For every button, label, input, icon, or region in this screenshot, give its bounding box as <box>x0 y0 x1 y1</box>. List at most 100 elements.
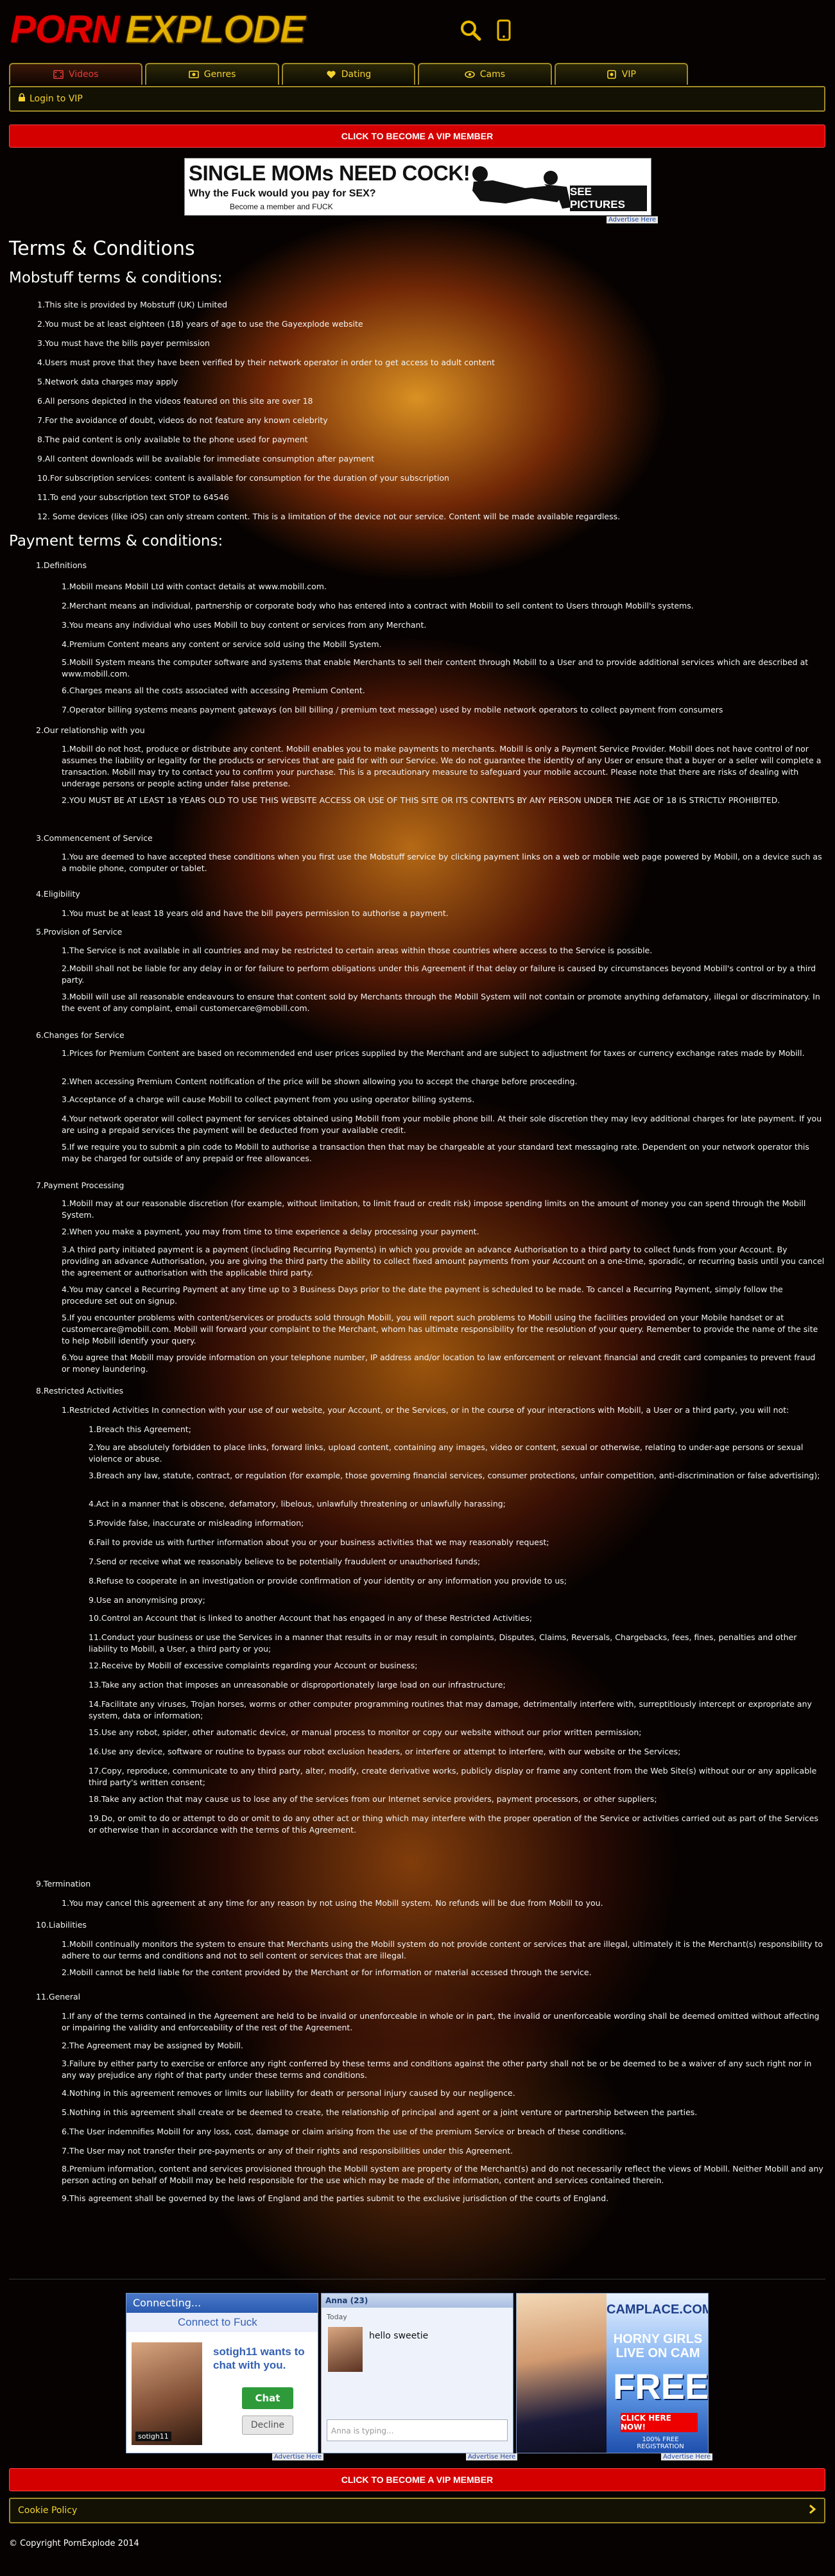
term-item: 5.If you encounter problems with content… <box>62 1313 818 1345</box>
ad-brand: CAMPLACE.COM <box>607 2303 709 2317</box>
ad-camplace[interactable]: CAMPLACE.COM HORNY GIRLS LIVE ON CAM FRE… <box>516 2293 709 2453</box>
term-item: 5.Nothing in this agreement shall create… <box>62 2107 698 2117</box>
ad-connect-chat[interactable]: Connecting... Connect to Fuck sotigh11 s… <box>126 2293 318 2453</box>
cookie-policy-label: Cookie Policy <box>18 2505 78 2516</box>
tab-label: Videos <box>68 69 99 80</box>
term-item: 2.Our relationship with you <box>36 725 145 735</box>
term-item: 1.This site is provided by Mobstuff (UK)… <box>37 300 228 309</box>
term-item: 15.Use any robot, spider, other automati… <box>89 1727 642 1737</box>
term-item: 9.Use an anonymising proxy; <box>89 1595 205 1605</box>
term-item: 3.Acceptance of a charge will cause Mobi… <box>62 1094 475 1104</box>
ad-message: sotigh11 wants to chat with you. <box>213 2346 305 2371</box>
term-item: 7.The User may not transfer their pre-pa… <box>62 2146 513 2156</box>
phone-icon[interactable] <box>490 17 517 44</box>
term-item: 5.Mobill System means the computer softw… <box>62 657 809 679</box>
term-item: 6.You agree that Mobill may provide info… <box>62 1353 816 1374</box>
ad-chat-window[interactable]: Anna (23) Today hello sweetie Anna is ty… <box>321 2293 513 2453</box>
term-item: 4.Act in a manner that is obscene, defam… <box>89 1499 506 1508</box>
term-item: 2.You are absolutely forbidden to place … <box>89 1442 804 1464</box>
term-item: 9.Termination <box>36 1879 91 1889</box>
term-item: 4.Users must prove that they have been v… <box>37 358 495 367</box>
term-item: 3.Failure by either party to exercise or… <box>62 2059 812 2080</box>
ad-window-title: Connecting... <box>126 2294 318 2313</box>
lock-icon <box>18 93 26 105</box>
term-item: 8.Refuse to cooperate in an investigatio… <box>89 1576 567 1586</box>
video-icon <box>53 69 64 80</box>
tab-label: Genres <box>203 69 236 80</box>
term-item: 18.Take any action that may cause us to … <box>89 1794 657 1804</box>
term-item: 1.Mobill do not host, produce or distrib… <box>62 744 822 788</box>
term-item: 5.If we require you to submit a pin code… <box>62 1142 809 1163</box>
profile-username: sotigh11 <box>135 2432 171 2441</box>
term-item: 6.All persons depicted in the videos fea… <box>37 396 313 406</box>
term-item: 11.General <box>36 1992 81 2001</box>
silhouette-graphic <box>472 166 571 209</box>
term-item: 16.Use any device, software or routine t… <box>89 1747 681 1756</box>
term-item: 4.You may cancel a Recurring Payment at … <box>62 1284 783 1306</box>
advertise-here-link[interactable]: Advertise Here <box>466 2453 518 2460</box>
eye-icon <box>464 69 475 80</box>
term-item: 1.You must be at least 18 years old and … <box>62 908 449 918</box>
payment-section-title: Payment terms & conditions: <box>9 533 223 549</box>
term-item: 8.The paid content is only available to … <box>37 435 308 444</box>
advertise-here-link[interactable]: Advertise Here <box>661 2453 713 2460</box>
chat-message: hello sweetie <box>369 2331 429 2341</box>
tab-label: Cams <box>479 69 506 80</box>
term-item: 17.Copy, reproduce, communicate to any t… <box>89 1766 817 1787</box>
term-item: 2.Merchant means an individual, partners… <box>62 601 694 610</box>
term-item: 5.Provision of Service <box>36 927 123 937</box>
tab-genres[interactable]: Genres <box>145 63 279 85</box>
term-item: 1.Restricted Activities In connection wi… <box>62 1405 789 1415</box>
term-item: 3.Commencement of Service <box>36 833 153 843</box>
term-item: 1.Breach this Agreement; <box>89 1424 191 1434</box>
term-item: 1.Mobill continually monitors the system… <box>62 1939 823 1960</box>
chat-date-label: Today <box>327 2313 347 2321</box>
term-item: 9.All content downloads will be availabl… <box>37 454 375 463</box>
chevron-right-icon <box>809 2504 816 2517</box>
banner-headline: SINGLE MOMs NEED COCK! <box>189 161 470 185</box>
chat-avatar <box>328 2327 363 2372</box>
term-item: 1.Definitions <box>36 560 87 570</box>
login-label: Login to VIP <box>30 94 83 104</box>
term-item: 19.Do, or omit to do or attempt to do or… <box>89 1813 818 1835</box>
tab-label: VIP <box>621 69 636 80</box>
decline-button[interactable]: Decline <box>242 2416 293 2435</box>
banner-subline: Why the Fuck would you pay for SEX? <box>189 188 376 199</box>
term-item: 3.You must have the bills payer permissi… <box>37 338 210 348</box>
term-item: 10.For subscription services: content is… <box>37 473 449 483</box>
ad-headline: Connect to Fuck <box>126 2313 318 2332</box>
term-item: 7.Payment Processing <box>36 1180 125 1190</box>
ad-banner[interactable]: SINGLE MOMs NEED COCK! Why the Fuck woul… <box>184 158 651 216</box>
term-item: 2.YOU MUST BE AT LEAST 18 YEARS OLD TO U… <box>62 795 780 805</box>
term-item: 7.Send or receive what we reasonably bel… <box>89 1557 481 1566</box>
see-pictures-button[interactable]: SEE PICTURES <box>570 186 647 211</box>
term-item: 4.Premium Content means any content or s… <box>62 639 382 649</box>
chat-button[interactable]: Chat <box>242 2387 293 2409</box>
become-vip-button[interactable]: CLICK TO BECOME A VIP MEMBER <box>9 125 825 148</box>
site-logo[interactable]: PORN EXPLODE <box>10 7 306 51</box>
cookie-policy-link[interactable]: Cookie Policy <box>9 2498 825 2523</box>
page-title: Terms & Conditions <box>9 238 195 260</box>
term-item: 2.When you make a payment, you may from … <box>62 1227 479 1236</box>
term-item: 1.Mobill may at our reasonable discretio… <box>62 1198 806 1220</box>
tab-videos[interactable]: Videos <box>9 63 143 85</box>
search-icon[interactable] <box>457 17 484 44</box>
term-item: 8.Restricted Activities <box>36 1386 124 1396</box>
advertise-here-link[interactable]: Advertise Here <box>272 2453 324 2460</box>
term-item: 5.Network data charges may apply <box>37 377 178 386</box>
tab-vip[interactable]: VIP <box>554 63 689 85</box>
term-item: 1.Mobill means Mobill Ltd with contact d… <box>62 582 327 591</box>
term-item: 6.Fail to provide us with further inform… <box>89 1537 549 1547</box>
tab-cams[interactable]: Cams <box>418 63 552 85</box>
ad-subtext: 100% FREE REGISTRATION <box>637 2436 684 2450</box>
login-to-vip-link[interactable]: Login to VIP <box>9 86 825 112</box>
term-item: 6.Charges means all the costs associated… <box>62 686 365 695</box>
site-header: PORN EXPLODE <box>0 0 835 56</box>
click-here-button[interactable]: CLICK HERE NOW! <box>621 2413 698 2432</box>
become-vip-button-bottom[interactable]: CLICK TO BECOME A VIP MEMBER <box>9 2468 825 2491</box>
term-item: 11.Conduct your business or use the Serv… <box>89 1632 797 1654</box>
term-item: 11.To end your subscription text STOP to… <box>37 492 229 502</box>
banner-tagline: Become a member and FUCK <box>230 202 333 211</box>
advertise-here-link[interactable]: Advertise Here <box>607 216 659 223</box>
tab-dating[interactable]: Dating <box>281 63 416 85</box>
